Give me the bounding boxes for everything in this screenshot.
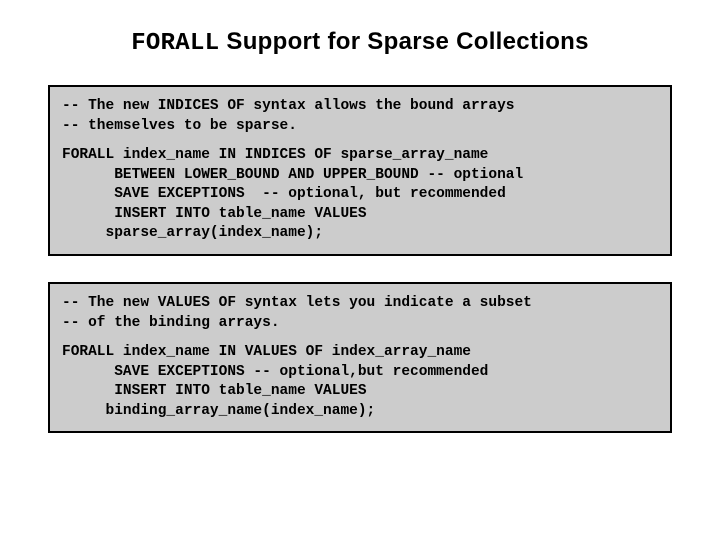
code-box-values-of: -- The new VALUES OF syntax lets you ind… [48, 282, 672, 433]
title-code-word: FORALL [131, 30, 219, 57]
page-title: FORALL Support for Sparse Collections [48, 28, 672, 57]
code-box-indices-of: -- The new INDICES OF syntax allows the … [48, 85, 672, 256]
code-text: FORALL index_name IN INDICES OF sparse_a… [62, 146, 658, 244]
comment-text: -- The new INDICES OF syntax allows the … [62, 97, 658, 136]
code-text: FORALL index_name IN VALUES OF index_arr… [62, 343, 658, 421]
comment-text: -- The new VALUES OF syntax lets you ind… [62, 294, 658, 333]
title-rest: Support for Sparse Collections [219, 28, 588, 55]
